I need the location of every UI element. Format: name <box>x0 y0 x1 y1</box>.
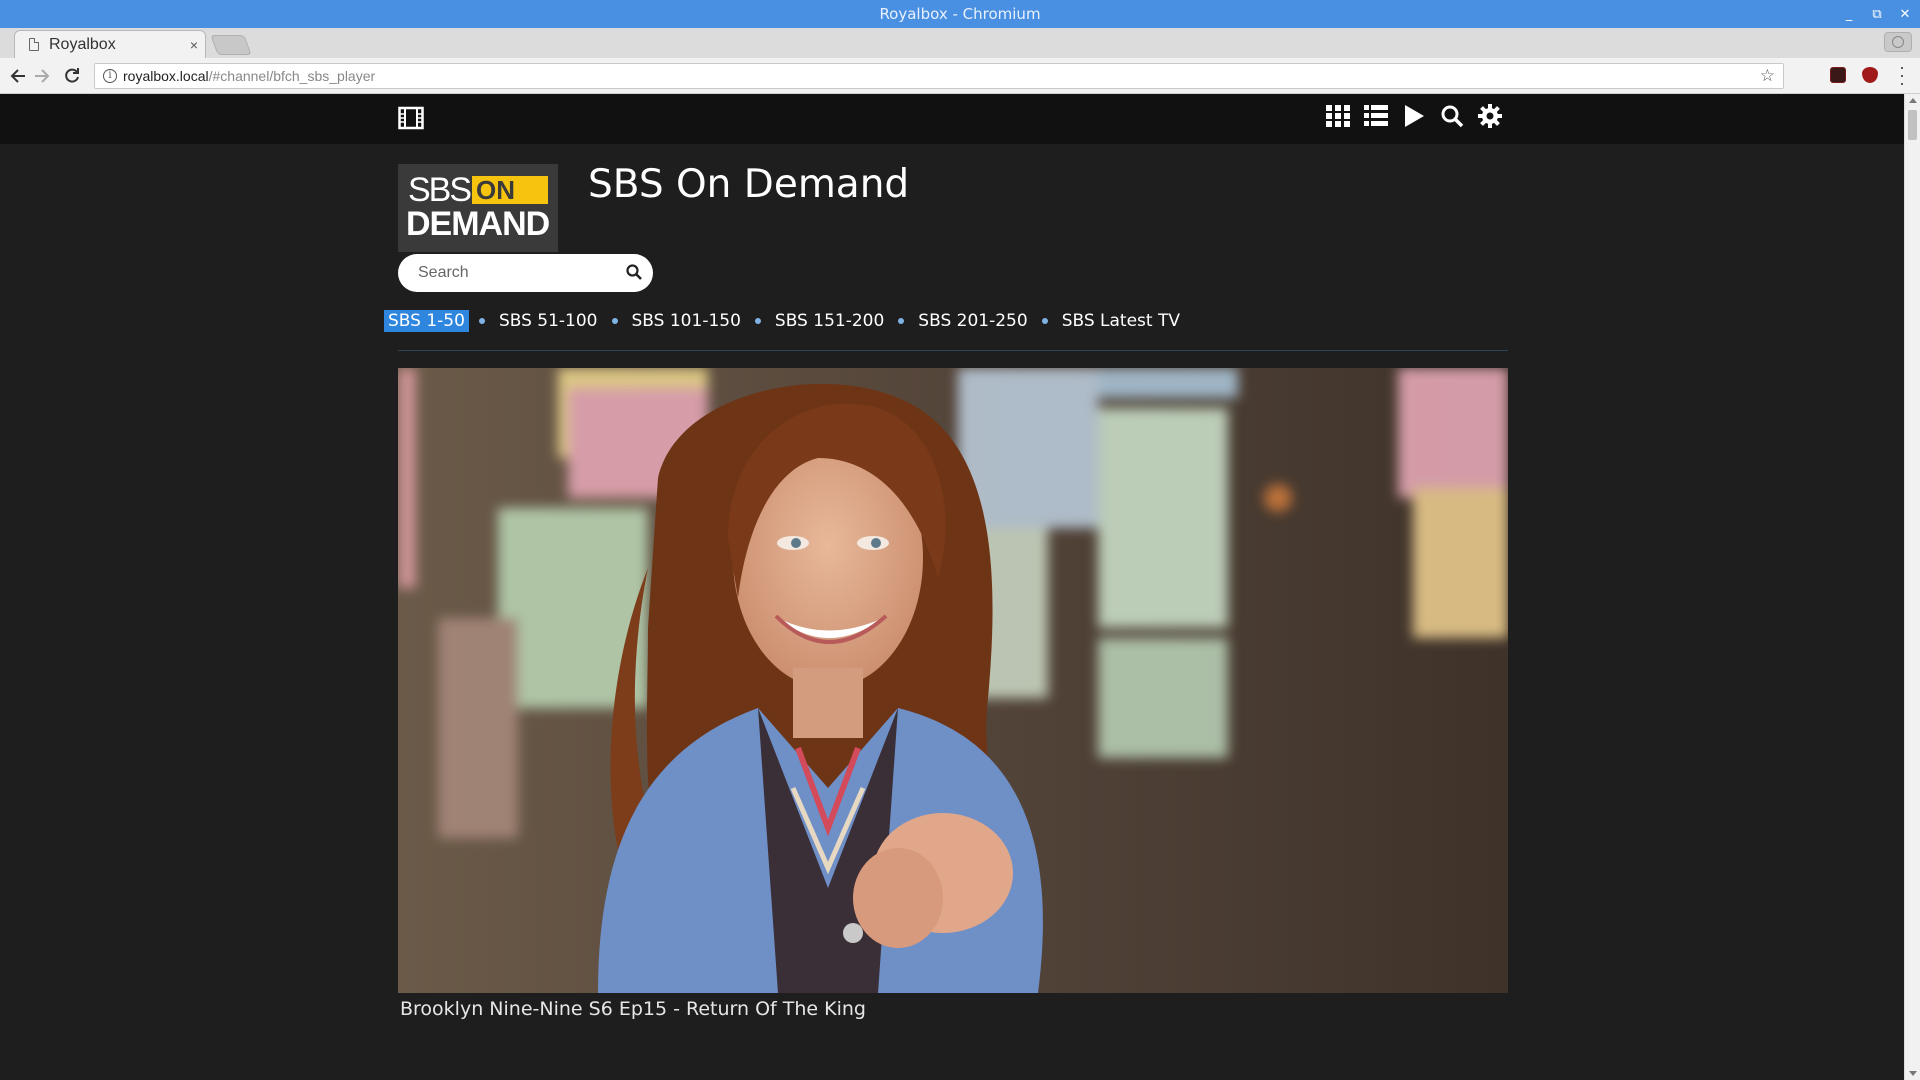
logo-demand-text: DEMAND <box>406 205 550 243</box>
tab-title: Royalbox <box>49 35 116 53</box>
search-submit-icon[interactable] <box>625 263 643 281</box>
new-tab-button[interactable] <box>210 35 252 55</box>
tab-sbs-151-200[interactable]: SBS 151-200 <box>771 310 888 332</box>
profile-icon <box>1892 36 1904 48</box>
page-scrollbar[interactable] <box>1904 94 1920 1080</box>
back-button[interactable] <box>6 64 30 88</box>
maximize-button[interactable]: ⧉ <box>1870 7 1884 22</box>
logo-sbs-text: SBS <box>408 171 472 209</box>
logo-yellow-box <box>516 176 548 204</box>
featured-video-thumbnail[interactable] <box>398 368 1508 993</box>
window-controls: _ ⧉ ✕ <box>1842 0 1912 28</box>
bookmark-star-icon[interactable]: ☆ <box>1760 66 1775 86</box>
featured-video-title[interactable]: Brooklyn Nine-Nine S6 Ep15 - Return Of T… <box>400 998 866 1020</box>
site-info-icon[interactable]: i <box>103 69 117 83</box>
browser-menu-icon[interactable]: · · · <box>1896 58 1908 92</box>
close-window-button[interactable]: ✕ <box>1898 7 1912 22</box>
channel-tabs: SBS 1-50 SBS 51-100 SBS 101-150 SBS 151-… <box>384 310 1184 332</box>
logo-on-badge: ON <box>472 176 519 204</box>
tab-strip: Royalbox × <box>0 28 1920 58</box>
play-icon[interactable] <box>1402 104 1426 128</box>
tab-separator <box>478 318 485 324</box>
tab-separator <box>754 318 761 324</box>
tab-sbs-101-150[interactable]: SBS 101-150 <box>628 310 745 332</box>
gear-icon[interactable] <box>1478 104 1502 128</box>
forward-arrow-icon <box>35 69 50 83</box>
url-host: royalbox.local <box>123 68 209 84</box>
section-divider <box>398 350 1508 351</box>
tab-separator <box>898 318 905 324</box>
back-arrow-icon <box>10 69 25 83</box>
tab-close-button[interactable]: × <box>183 37 205 53</box>
tab-separator <box>611 318 618 324</box>
document-icon <box>29 38 39 51</box>
tab-sbs-51-100[interactable]: SBS 51-100 <box>495 310 602 332</box>
window-titlebar: Royalbox - Chromium _ ⧉ ✕ <box>0 0 1920 28</box>
reload-button[interactable] <box>60 64 84 88</box>
browser-toolbar: i royalbox.local /#channel/bfch_sbs_play… <box>0 58 1920 94</box>
header-icon-bar <box>1326 104 1502 128</box>
tab-sbs-latest-tv[interactable]: SBS Latest TV <box>1058 310 1184 332</box>
forward-button[interactable] <box>30 64 54 88</box>
extension-icon[interactable] <box>1830 67 1846 83</box>
search-icon[interactable] <box>1440 104 1464 128</box>
tab-sbs-201-250[interactable]: SBS 201-250 <box>914 310 1031 332</box>
url-path: /#channel/bfch_sbs_player <box>208 68 376 84</box>
channel-title: SBS On Demand <box>588 162 910 207</box>
film-icon[interactable] <box>398 106 424 130</box>
tab-sbs-1-50[interactable]: SBS 1-50 <box>384 310 469 332</box>
channel-search <box>398 254 653 292</box>
app-header <box>0 94 1904 144</box>
scrollbar-thumb[interactable] <box>1908 110 1917 140</box>
minimize-button[interactable]: _ <box>1842 7 1856 22</box>
profile-button[interactable] <box>1884 32 1912 52</box>
reload-icon <box>65 68 79 83</box>
ublock-icon[interactable] <box>1862 67 1878 83</box>
window-title: Royalbox - Chromium <box>879 5 1041 23</box>
tab-separator <box>1041 318 1048 324</box>
browser-tab[interactable]: Royalbox × <box>14 30 206 58</box>
grid-icon[interactable] <box>1326 104 1350 128</box>
thumbnail-image <box>398 368 1508 993</box>
scroll-up-icon[interactable] <box>1909 98 1917 103</box>
channel-logo: SBS ON DEMAND <box>398 164 558 252</box>
page-viewport: SBS ON DEMAND SBS On Demand SBS 1-50 SBS… <box>0 94 1904 1080</box>
search-input[interactable] <box>418 264 618 282</box>
list-icon[interactable] <box>1364 104 1388 128</box>
address-bar[interactable]: i royalbox.local /#channel/bfch_sbs_play… <box>94 63 1784 89</box>
scroll-down-icon[interactable] <box>1909 1071 1917 1076</box>
